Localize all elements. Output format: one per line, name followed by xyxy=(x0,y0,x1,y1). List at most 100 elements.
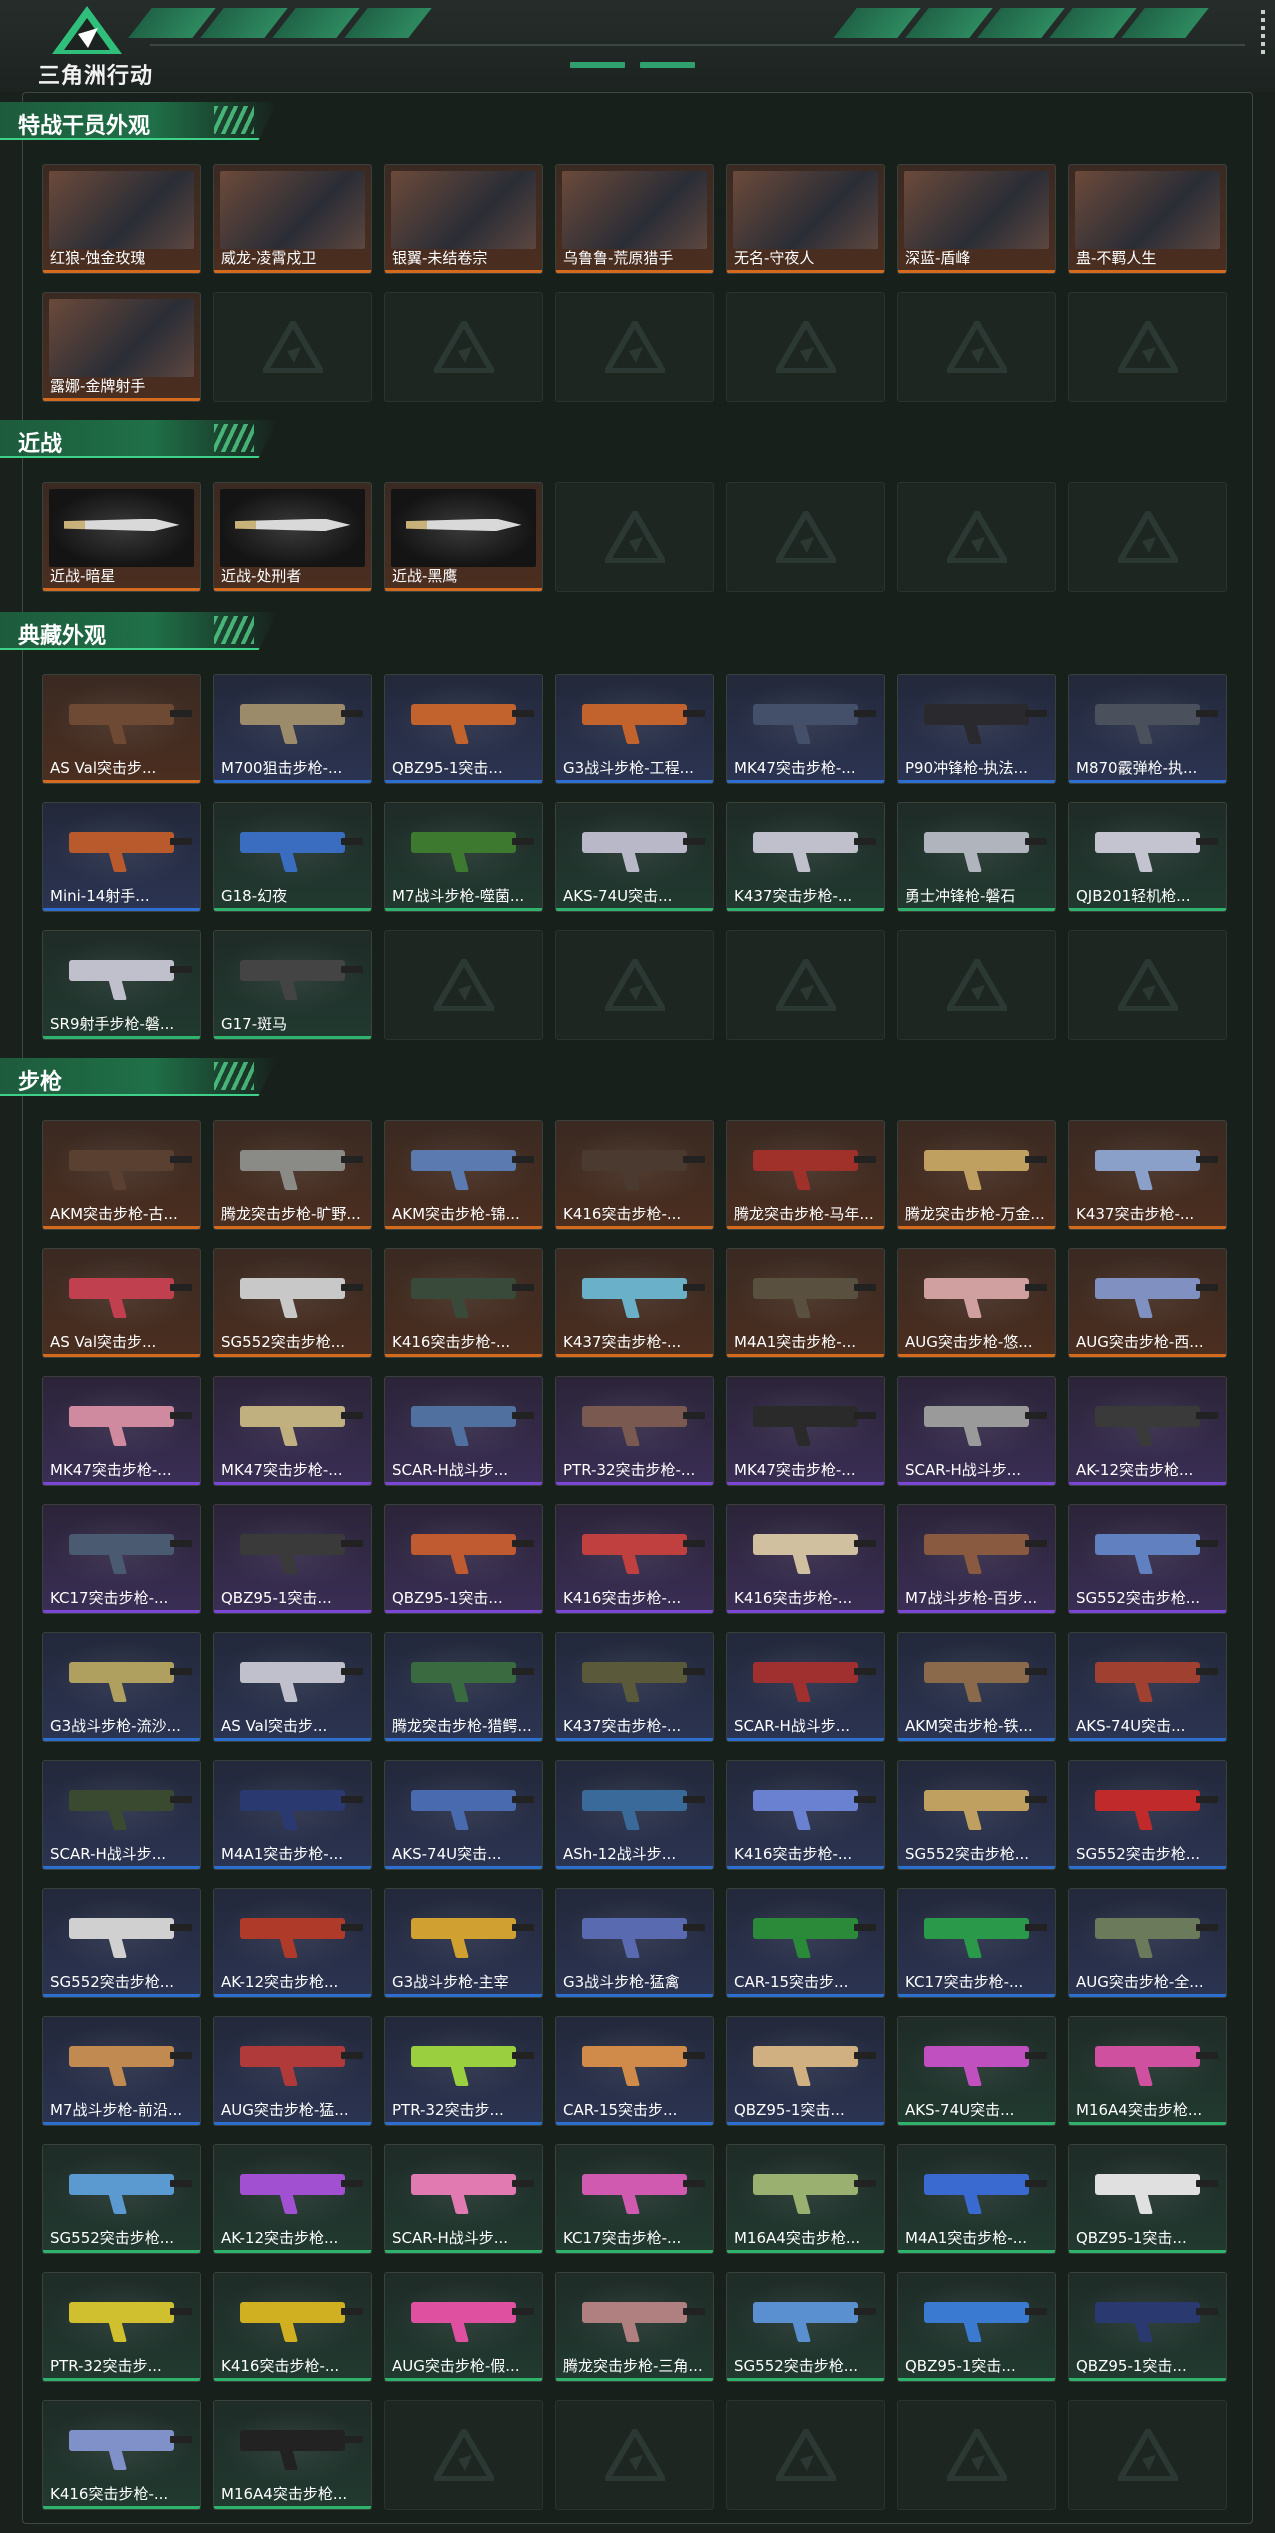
item-card[interactable]: CAR-15突击步... xyxy=(726,1888,885,1998)
item-card[interactable]: AS Val突击步... xyxy=(42,674,201,784)
item-card[interactable]: QBZ95-1突击... xyxy=(1068,2144,1227,2254)
item-card[interactable]: AK-12突击步枪... xyxy=(213,2144,372,2254)
item-card[interactable]: K416突击步枪-... xyxy=(726,1760,885,1870)
item-card[interactable]: QBZ95-1突击... xyxy=(897,2272,1056,2382)
item-card[interactable]: K437突击步枪-... xyxy=(1068,1120,1227,1230)
item-card[interactable]: AKM突击步枪-古... xyxy=(42,1120,201,1230)
item-card[interactable]: AKM突击步枪-铁... xyxy=(897,1632,1056,1742)
item-card[interactable]: AUG突击步枪-假... xyxy=(384,2272,543,2382)
item-card[interactable]: M7战斗步枪-噬菌... xyxy=(384,802,543,912)
item-card[interactable]: SG552突击步枪... xyxy=(42,1888,201,1998)
item-card[interactable]: 腾龙突击步枪-旷野... xyxy=(213,1120,372,1230)
item-card[interactable]: QBZ95-1突击... xyxy=(213,1504,372,1614)
item-card[interactable]: M4A1突击步枪-... xyxy=(726,1248,885,1358)
item-card[interactable]: AKS-74U突击... xyxy=(384,1760,543,1870)
item-card[interactable]: QBZ95-1突击... xyxy=(384,674,543,784)
item-card[interactable]: AKS-74U突击... xyxy=(1068,1632,1227,1742)
item-card[interactable]: PTR-32突击步... xyxy=(42,2272,201,2382)
item-card[interactable]: QJB201轻机枪... xyxy=(1068,802,1227,912)
item-card[interactable]: SG552突击步枪... xyxy=(897,1760,1056,1870)
item-card[interactable]: SCAR-H战斗步... xyxy=(384,2144,543,2254)
item-card[interactable]: K437突击步枪-... xyxy=(555,1248,714,1358)
item-card[interactable]: AUG突击步枪-猛... xyxy=(213,2016,372,2126)
item-card[interactable]: 威龙-凌霄戍卫 xyxy=(213,164,372,274)
item-card[interactable]: 腾龙突击步枪-猎鳄... xyxy=(384,1632,543,1742)
item-card[interactable]: 无名-守夜人 xyxy=(726,164,885,274)
item-card[interactable]: 近战-暗星 xyxy=(42,482,201,592)
item-card[interactable]: AUG突击步枪-悠... xyxy=(897,1248,1056,1358)
item-card[interactable]: AKS-74U突击... xyxy=(897,2016,1056,2126)
item-card[interactable]: SR9射手步枪-磐... xyxy=(42,930,201,1040)
item-card[interactable]: 腾龙突击步枪-万金... xyxy=(897,1120,1056,1230)
item-card[interactable]: G3战斗步枪-工程... xyxy=(555,674,714,784)
item-card[interactable]: 乌鲁鲁-荒原猎手 xyxy=(555,164,714,274)
item-card[interactable]: AK-12突击步枪... xyxy=(1068,1376,1227,1486)
item-card[interactable]: K416突击步枪-... xyxy=(384,1248,543,1358)
item-card[interactable]: 深蓝-盾峰 xyxy=(897,164,1056,274)
item-card[interactable]: M4A1突击步枪-... xyxy=(897,2144,1056,2254)
item-card[interactable]: M7战斗步枪-百步... xyxy=(897,1504,1056,1614)
item-card[interactable]: MK47突击步枪-... xyxy=(726,674,885,784)
item-card[interactable]: MK47突击步枪-... xyxy=(726,1376,885,1486)
item-card[interactable]: QBZ95-1突击... xyxy=(726,2016,885,2126)
item-card[interactable]: KC17突击步枪-... xyxy=(897,1888,1056,1998)
item-card[interactable]: G18-幻夜 xyxy=(213,802,372,912)
item-card[interactable]: 腾龙突击步枪-马年... xyxy=(726,1120,885,1230)
item-card[interactable]: SCAR-H战斗步... xyxy=(897,1376,1056,1486)
item-card[interactable]: K416突击步枪-... xyxy=(555,1120,714,1230)
item-card[interactable]: M4A1突击步枪-... xyxy=(213,1760,372,1870)
item-card[interactable]: QBZ95-1突击... xyxy=(384,1504,543,1614)
item-card[interactable]: AKS-74U突击... xyxy=(555,802,714,912)
item-card[interactable]: AKM突击步枪-锦... xyxy=(384,1120,543,1230)
item-card[interactable]: SG552突击步枪... xyxy=(1068,1760,1227,1870)
item-card[interactable]: K437突击步枪-... xyxy=(726,802,885,912)
item-card[interactable]: M16A4突击步枪... xyxy=(726,2144,885,2254)
item-card[interactable]: SG552突击步枪... xyxy=(726,2272,885,2382)
item-card[interactable]: KC17突击步枪-... xyxy=(555,2144,714,2254)
item-card[interactable]: 近战-黑鹰 xyxy=(384,482,543,592)
item-card[interactable]: M16A4突击步枪... xyxy=(1068,2016,1227,2126)
item-card[interactable]: K416突击步枪-... xyxy=(42,2400,201,2510)
item-card[interactable]: M870霰弹枪-执... xyxy=(1068,674,1227,784)
item-card[interactable]: 蛊-不羁人生 xyxy=(1068,164,1227,274)
item-card[interactable]: SCAR-H战斗步... xyxy=(384,1376,543,1486)
item-card[interactable]: AUG突击步枪-全... xyxy=(1068,1888,1227,1998)
item-card[interactable]: QBZ95-1突击... xyxy=(1068,2272,1227,2382)
item-card[interactable]: SCAR-H战斗步... xyxy=(42,1760,201,1870)
item-card[interactable]: 腾龙突击步枪-三角... xyxy=(555,2272,714,2382)
item-card[interactable]: 近战-处刑者 xyxy=(213,482,372,592)
item-card[interactable]: P90冲锋枪-执法... xyxy=(897,674,1056,784)
item-card[interactable]: AS Val突击步... xyxy=(213,1632,372,1742)
item-card[interactable]: AUG突击步枪-西... xyxy=(1068,1248,1227,1358)
item-card[interactable]: M700狙击步枪-... xyxy=(213,674,372,784)
item-card[interactable]: SG552突击步枪... xyxy=(1068,1504,1227,1614)
item-card[interactable]: PTR-32突击步... xyxy=(384,2016,543,2126)
item-card[interactable]: MK47突击步枪-... xyxy=(213,1376,372,1486)
item-card[interactable]: Mini-14射手... xyxy=(42,802,201,912)
item-card[interactable]: 露娜-金牌射手 xyxy=(42,292,201,402)
item-card[interactable]: M16A4突击步枪... xyxy=(213,2400,372,2510)
item-card[interactable]: M7战斗步枪-前沿... xyxy=(42,2016,201,2126)
item-card[interactable]: SCAR-H战斗步... xyxy=(726,1632,885,1742)
item-card[interactable]: G3战斗步枪-流沙... xyxy=(42,1632,201,1742)
item-card[interactable]: 红狼-蚀金玫瑰 xyxy=(42,164,201,274)
item-card[interactable]: KC17突击步枪-... xyxy=(42,1504,201,1614)
item-card[interactable]: 银翼-未结卷宗 xyxy=(384,164,543,274)
item-card[interactable]: K416突击步枪-... xyxy=(555,1504,714,1614)
item-card[interactable]: 勇士冲锋枪-磐石 xyxy=(897,802,1056,912)
item-card[interactable]: K416突击步枪-... xyxy=(213,2272,372,2382)
item-card[interactable]: CAR-15突击步... xyxy=(555,2016,714,2126)
item-card[interactable]: G17-斑马 xyxy=(213,930,372,1040)
item-card[interactable]: AK-12突击步枪... xyxy=(213,1888,372,1998)
item-card[interactable]: SG552突击步枪... xyxy=(42,2144,201,2254)
item-card[interactable]: PTR-32突击步枪-... xyxy=(555,1376,714,1486)
item-card[interactable]: SG552突击步枪... xyxy=(213,1248,372,1358)
item-card[interactable]: K416突击步枪-... xyxy=(726,1504,885,1614)
item-card[interactable]: ASh-12战斗步... xyxy=(555,1760,714,1870)
gun-icon xyxy=(582,1918,706,1939)
item-card[interactable]: G3战斗步枪-主宰 xyxy=(384,1888,543,1998)
item-card[interactable]: G3战斗步枪-猛禽 xyxy=(555,1888,714,1998)
item-card[interactable]: AS Val突击步... xyxy=(42,1248,201,1358)
item-card[interactable]: MK47突击步枪-... xyxy=(42,1376,201,1486)
item-card[interactable]: K437突击步枪-... xyxy=(555,1632,714,1742)
